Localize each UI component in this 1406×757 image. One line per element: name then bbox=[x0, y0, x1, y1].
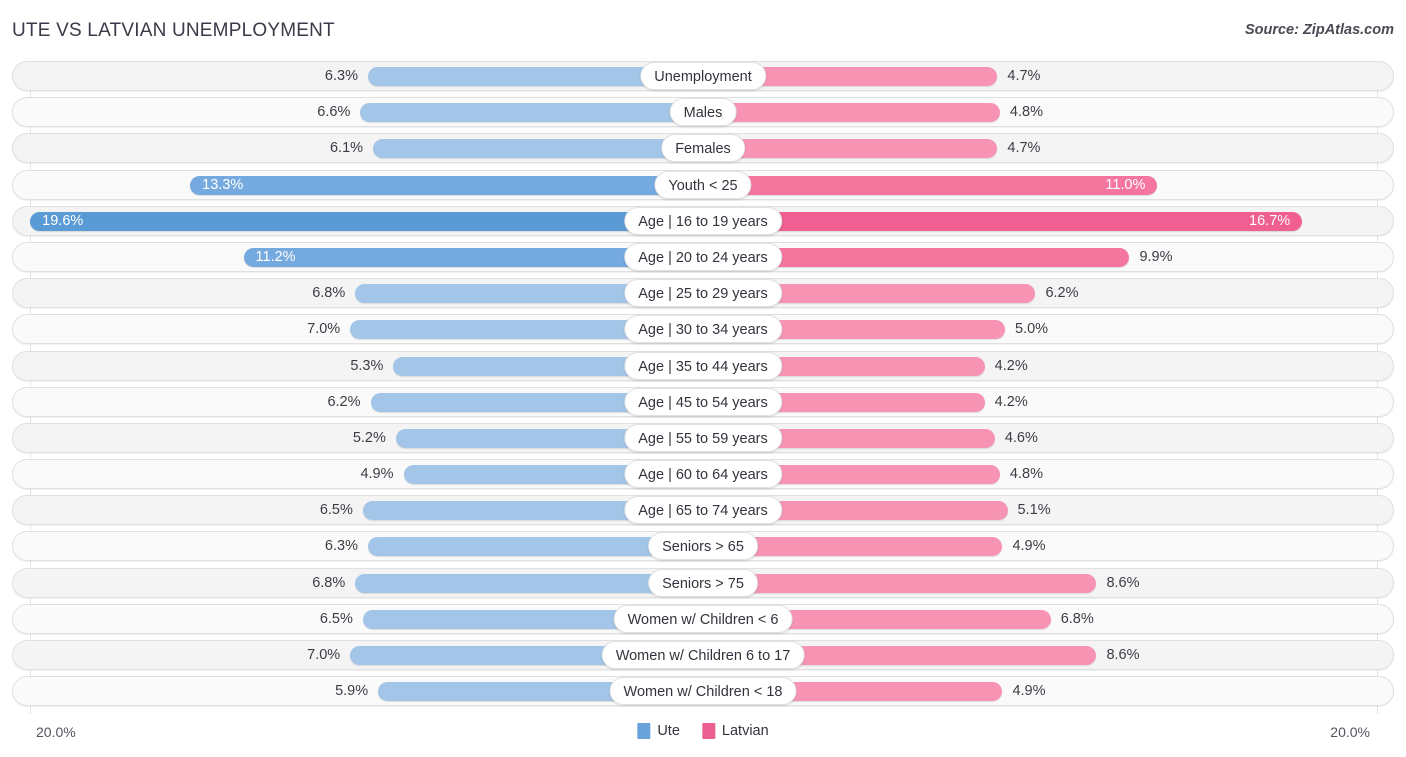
chart-rows: 6.3% 4.7% Unemployment 6.6% 4.8% Males 6.1% 4.7… bbox=[0, 58, 1406, 709]
category-label-pill[interactable]: Unemployment bbox=[640, 62, 766, 90]
value-label-ute: 6.3% bbox=[288, 66, 358, 86]
table-row[interactable]: 6.3% 4.7% Unemployment bbox=[0, 58, 1406, 94]
chart-legend: Ute Latvian bbox=[637, 723, 768, 739]
value-label-latvian: 4.7% bbox=[1007, 66, 1040, 86]
page-title: UTE VS LATVIAN UNEMPLOYMENT bbox=[12, 20, 335, 42]
table-row[interactable]: 19.6% 16.7% Age | 16 to 19 years bbox=[0, 203, 1406, 239]
category-label-pill[interactable]: Age | 25 to 29 years bbox=[624, 279, 782, 307]
bar-ute[interactable] bbox=[190, 176, 703, 195]
value-label-latvian: 9.9% bbox=[1139, 247, 1172, 267]
category-label-pill[interactable]: Age | 55 to 59 years bbox=[624, 424, 782, 452]
table-row[interactable]: 6.6% 4.8% Males bbox=[0, 94, 1406, 130]
table-row[interactable]: 11.2% 9.9% Age | 20 to 24 years bbox=[0, 239, 1406, 275]
table-row[interactable]: 6.2% 4.2% Age | 45 to 54 years bbox=[0, 384, 1406, 420]
value-label-ute: 5.2% bbox=[316, 428, 386, 448]
category-label-pill[interactable]: Age | 60 to 64 years bbox=[624, 460, 782, 488]
legend-swatch-icon bbox=[637, 723, 650, 739]
value-label-latvian: 16.7% bbox=[1240, 211, 1290, 231]
bar-ute[interactable] bbox=[360, 103, 703, 122]
table-row[interactable]: 6.8% 6.2% Age | 25 to 29 years bbox=[0, 275, 1406, 311]
bar-latvian[interactable] bbox=[703, 139, 997, 158]
value-label-latvian: 6.2% bbox=[1045, 283, 1078, 303]
table-row[interactable]: 4.9% 4.8% Age | 60 to 64 years bbox=[0, 456, 1406, 492]
value-label-ute: 7.0% bbox=[270, 645, 340, 665]
value-label-ute: 6.5% bbox=[283, 500, 353, 520]
axis-left-max-label: 20.0% bbox=[36, 724, 76, 740]
value-label-ute: 4.9% bbox=[324, 464, 394, 484]
chart-plot-area: 6.3% 4.7% Unemployment 6.6% 4.8% Males 6.1% 4.7… bbox=[0, 58, 1406, 718]
category-label-pill[interactable]: Women w/ Children < 18 bbox=[610, 677, 797, 705]
source-attribution: Source: ZipAtlas.com bbox=[1245, 22, 1394, 38]
table-row[interactable]: 6.3% 4.9% Seniors > 65 bbox=[0, 528, 1406, 564]
category-label-pill[interactable]: Females bbox=[661, 134, 745, 162]
category-label-pill[interactable]: Women w/ Children 6 to 17 bbox=[602, 641, 805, 669]
bar-latvian[interactable] bbox=[703, 574, 1096, 593]
table-row[interactable]: 5.3% 4.2% Age | 35 to 44 years bbox=[0, 348, 1406, 384]
value-label-latvian: 8.6% bbox=[1106, 645, 1139, 665]
value-label-ute: 5.9% bbox=[298, 681, 368, 701]
value-label-latvian: 4.9% bbox=[1012, 681, 1045, 701]
table-row[interactable]: 7.0% 5.0% Age | 30 to 34 years bbox=[0, 311, 1406, 347]
value-label-ute: 6.6% bbox=[280, 102, 350, 122]
table-row[interactable]: 6.5% 6.8% Women w/ Children < 6 bbox=[0, 601, 1406, 637]
category-label-pill[interactable]: Age | 16 to 19 years bbox=[624, 207, 782, 235]
value-label-ute: 6.8% bbox=[275, 283, 345, 303]
value-label-ute: 19.6% bbox=[42, 211, 83, 231]
table-row[interactable]: 13.3% 11.0% Youth < 25 bbox=[0, 167, 1406, 203]
category-label-pill[interactable]: Males bbox=[670, 98, 737, 126]
legend-swatch-icon bbox=[702, 723, 715, 739]
table-row[interactable]: 7.0% 8.6% Women w/ Children 6 to 17 bbox=[0, 637, 1406, 673]
legend-item[interactable]: Latvian bbox=[702, 723, 769, 739]
category-label-pill[interactable]: Age | 45 to 54 years bbox=[624, 388, 782, 416]
legend-label: Latvian bbox=[722, 723, 769, 739]
value-label-latvian: 5.1% bbox=[1018, 500, 1051, 520]
axis-right-max-label: 20.0% bbox=[1330, 724, 1370, 740]
category-label-pill[interactable]: Age | 20 to 24 years bbox=[624, 243, 782, 271]
chart-header: UTE VS LATVIAN UNEMPLOYMENT Source: ZipA… bbox=[0, 0, 1406, 58]
value-label-latvian: 4.2% bbox=[995, 356, 1028, 376]
table-row[interactable]: 6.1% 4.7% Females bbox=[0, 130, 1406, 166]
value-label-latvian: 4.2% bbox=[995, 392, 1028, 412]
value-label-ute: 6.8% bbox=[275, 573, 345, 593]
category-label-pill[interactable]: Women w/ Children < 6 bbox=[614, 605, 793, 633]
value-label-ute: 13.3% bbox=[202, 175, 243, 195]
value-label-ute: 11.2% bbox=[256, 247, 296, 267]
value-label-latvian: 4.6% bbox=[1005, 428, 1038, 448]
value-label-ute: 6.3% bbox=[288, 536, 358, 556]
bar-ute[interactable] bbox=[373, 139, 703, 158]
value-label-ute: 6.2% bbox=[291, 392, 361, 412]
category-label-pill[interactable]: Youth < 25 bbox=[654, 171, 751, 199]
value-label-ute: 7.0% bbox=[270, 319, 340, 339]
category-label-pill[interactable]: Seniors > 75 bbox=[648, 569, 758, 597]
value-label-latvian: 6.8% bbox=[1061, 609, 1094, 629]
legend-item[interactable]: Ute bbox=[637, 723, 680, 739]
value-label-ute: 6.1% bbox=[293, 138, 363, 158]
legend-label: Ute bbox=[657, 723, 680, 739]
value-label-latvian: 5.0% bbox=[1015, 319, 1048, 339]
table-row[interactable]: 5.2% 4.6% Age | 55 to 59 years bbox=[0, 420, 1406, 456]
bar-latvian[interactable] bbox=[703, 212, 1302, 231]
value-label-ute: 6.5% bbox=[283, 609, 353, 629]
bar-latvian[interactable] bbox=[703, 103, 1000, 122]
category-label-pill[interactable]: Age | 30 to 34 years bbox=[624, 315, 782, 343]
table-row[interactable]: 6.8% 8.6% Seniors > 75 bbox=[0, 565, 1406, 601]
value-label-latvian: 4.8% bbox=[1010, 464, 1043, 484]
category-label-pill[interactable]: Age | 35 to 44 years bbox=[624, 352, 782, 380]
category-label-pill[interactable]: Seniors > 65 bbox=[648, 532, 758, 560]
table-row[interactable]: 6.5% 5.1% Age | 65 to 74 years bbox=[0, 492, 1406, 528]
chart-footer: 20.0% Ute Latvian 20.0% bbox=[0, 718, 1406, 757]
value-label-latvian: 11.0% bbox=[1095, 175, 1145, 195]
bar-ute[interactable] bbox=[30, 212, 703, 231]
bar-latvian[interactable] bbox=[703, 176, 1157, 195]
value-label-latvian: 4.8% bbox=[1010, 102, 1043, 122]
value-label-ute: 5.3% bbox=[313, 356, 383, 376]
value-label-latvian: 4.7% bbox=[1007, 138, 1040, 158]
value-label-latvian: 4.9% bbox=[1012, 536, 1045, 556]
table-row[interactable]: 5.9% 4.9% Women w/ Children < 18 bbox=[0, 673, 1406, 709]
category-label-pill[interactable]: Age | 65 to 74 years bbox=[624, 496, 782, 524]
value-label-latvian: 8.6% bbox=[1106, 573, 1139, 593]
